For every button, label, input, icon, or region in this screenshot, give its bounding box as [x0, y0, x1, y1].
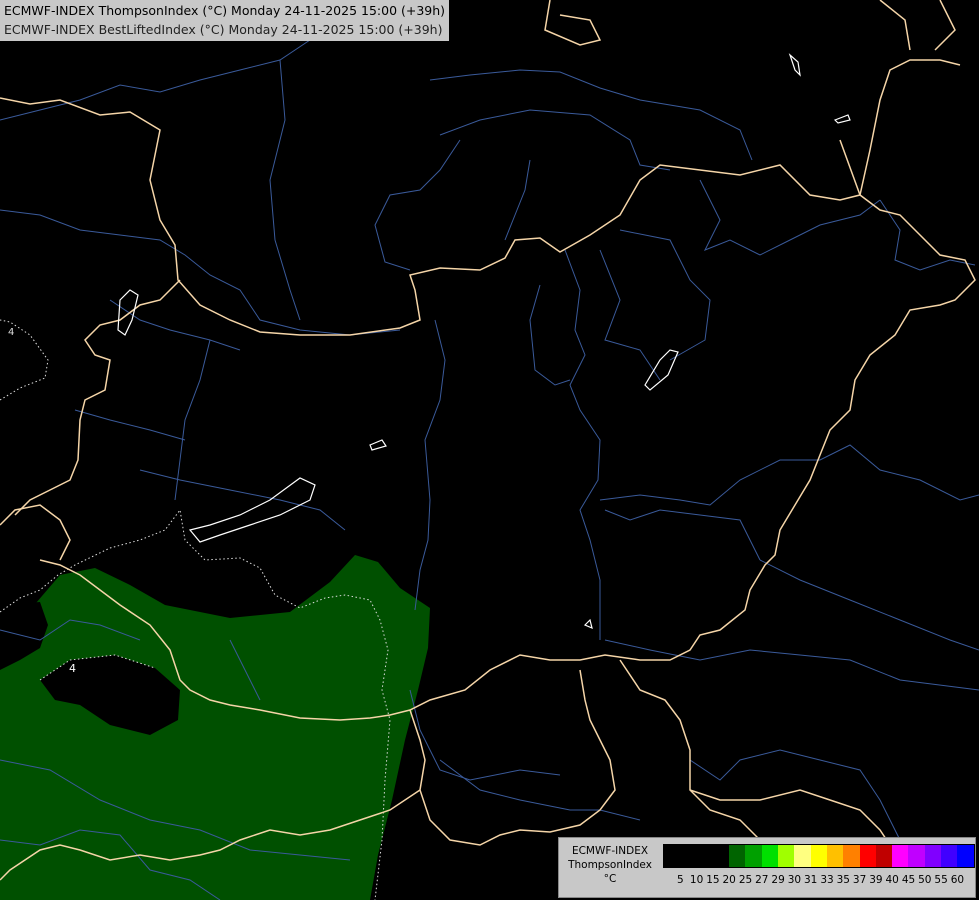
legend-swatch [712, 845, 730, 867]
legend-tick-label: 10 [689, 874, 704, 886]
legend-swatch [696, 845, 713, 867]
legend-tick-label: 39 [869, 874, 883, 886]
legend-tick-label: 31 [804, 874, 818, 886]
legend-swatch [859, 845, 876, 867]
legend-title-variable: ThompsonIndex [568, 859, 652, 871]
legend-tick-label: 45 [901, 874, 916, 886]
legend-swatches [663, 844, 975, 868]
legend-swatch [745, 845, 762, 867]
legend-swatch [778, 845, 795, 867]
legend-tick-label: 25 [738, 874, 753, 886]
legend-tick-label: 37 [852, 874, 867, 886]
map-title: ECMWF-INDEX ThompsonIndex (°C) Monday 24… [0, 0, 450, 41]
legend-tick-label: 5 [676, 874, 684, 886]
legend-title-source: ECMWF-INDEX [571, 845, 649, 857]
legend-tick-label: 33 [820, 874, 834, 886]
legend-swatch [826, 845, 844, 867]
legend-tick-label: 15 [706, 874, 720, 886]
legend-tick-label: 60 [950, 874, 965, 886]
legend-swatch [761, 845, 779, 867]
legend-tick-label: 30 [787, 874, 802, 886]
legend-title-unit: °C [603, 873, 617, 885]
legend-title: ECMWF-INDEX ThompsonIndex °C [561, 844, 659, 886]
legend-swatch [794, 845, 811, 867]
legend-swatch [924, 845, 942, 867]
legend-tick-label: 27 [755, 874, 769, 886]
legend-swatch [810, 845, 827, 867]
weather-map: 4 4 [0, 0, 979, 900]
legend-swatch [957, 845, 974, 867]
legend-tick-label: 29 [771, 874, 785, 886]
legend-tick-label: 40 [885, 874, 899, 886]
contour-label: 4 [8, 327, 14, 338]
legend-tick-label: 50 [918, 874, 932, 886]
contour-label: 4 [69, 662, 76, 675]
legend-swatch [908, 845, 925, 867]
legend-swatch [729, 845, 746, 867]
legend-tick-label: 35 [836, 874, 850, 886]
legend-swatch [875, 845, 893, 867]
legend-swatch [664, 845, 681, 867]
legend-swatch [843, 845, 860, 867]
legend-tick-label: 55 [934, 874, 948, 886]
legend-swatch [941, 845, 958, 867]
legend-swatch [680, 845, 697, 867]
color-legend: ECMWF-INDEX ThompsonIndex °C 5 10 15 20 25 27… [558, 837, 976, 898]
title-line-thompson: ECMWF-INDEX ThompsonIndex (°C) Monday 24… [4, 3, 446, 18]
legend-tick-label: 20 [722, 874, 736, 886]
title-line-bestlifted: ECMWF-INDEX BestLiftedIndex (°C) Monday … [4, 22, 443, 37]
legend-swatch [892, 845, 909, 867]
legend-ticks: 5 10 15 20 25 27 29 30 31 33 35 37 39 40 45 50 55 60 [663, 874, 973, 888]
